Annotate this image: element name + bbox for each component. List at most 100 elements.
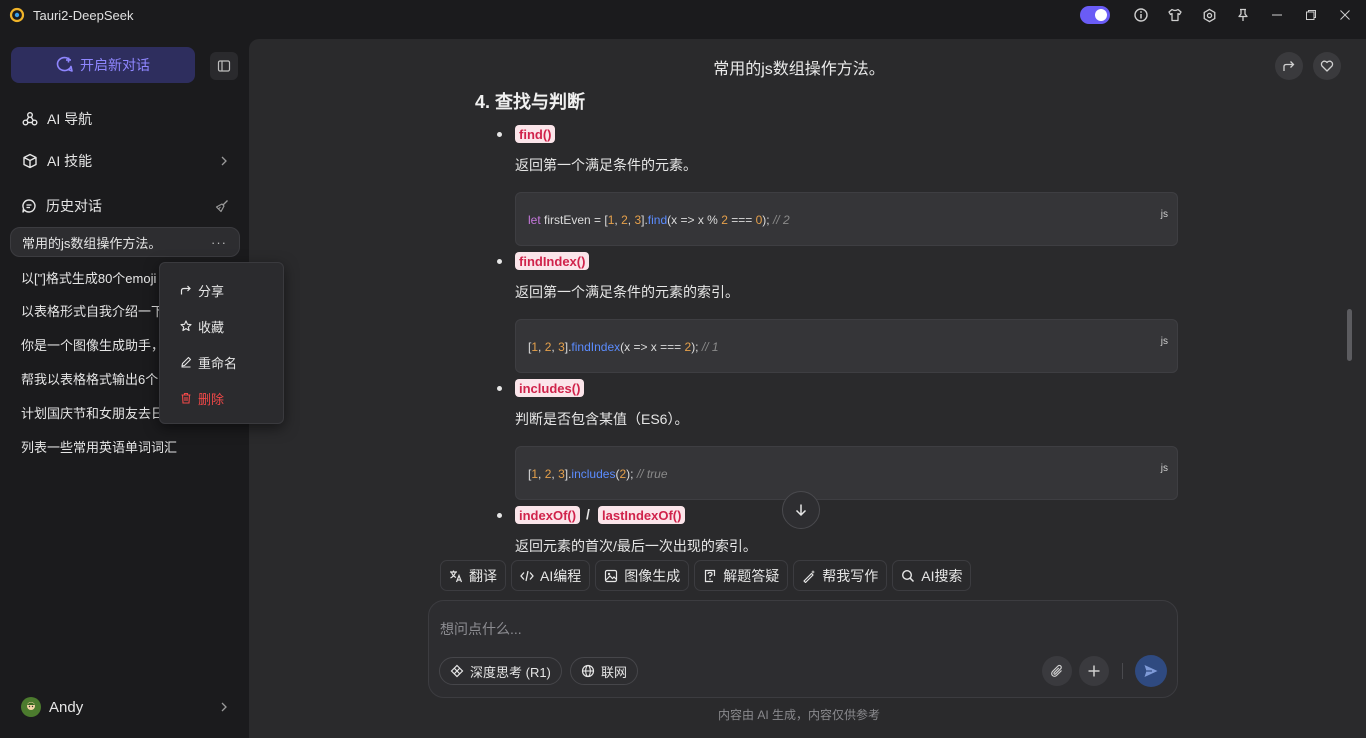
ai-search-tool-button[interactable]: AI搜索 [892,560,972,591]
list-bullet [497,513,502,518]
theme-toggle[interactable] [1080,6,1110,24]
attach-button[interactable] [1042,656,1072,686]
magic-pen-icon [802,569,816,583]
restore-icon[interactable] [1294,0,1328,30]
code-block: [1, 2, 3].includes(2); // true js [515,446,1178,500]
method-tag: findIndex() [515,252,590,270]
collapse-sidebar-button[interactable] [210,52,238,80]
pin-icon[interactable] [1226,0,1260,30]
method-tag: includes() [515,379,585,397]
user-name: Andy [49,698,84,716]
scrollbar[interactable] [1347,309,1352,361]
translate-icon [449,569,463,583]
nodes-icon [22,111,38,127]
message-content: 4. 查找与判断 find() 返回第一个满足条件的元素。 let firstE… [249,84,1366,552]
code-line: [1, 2, 3].findIndex(x => x === 2); // 1 [528,340,719,354]
add-button[interactable] [1079,656,1109,686]
web-label: 联网 [601,664,628,680]
new-chat-button[interactable]: 开启新对话 [11,47,195,83]
disclaimer: 内容由 AI 生成，内容仅供参考 [717,708,880,722]
app-logo-icon [9,7,25,23]
send-icon [1144,665,1158,677]
list-bullet [497,386,502,391]
code-lang-label: js [1160,463,1168,474]
sidebar-toggle-icon [217,60,231,72]
more-icon[interactable]: ··· [211,235,227,250]
code-lang-label: js [1160,209,1168,220]
method-separator: / [586,506,590,522]
tool-label: 翻译 [469,567,497,584]
code-line: let firstEven = [1, 2, 3].find(x => x % … [528,213,790,227]
list-bullet [497,259,502,264]
deep-think-toggle[interactable]: 深度思考 (R1) [439,657,562,685]
history-item-label: 你是一个图像生成助手， [21,337,165,353]
close-icon[interactable] [1328,0,1362,30]
favorite-menu-item[interactable]: 收藏 [180,316,224,336]
search-icon [901,569,915,583]
method-description: 返回第一个满足条件的元素的索引。 [515,284,739,300]
trash-icon [180,392,192,404]
share-icon [180,284,192,296]
nav-ai-navigation[interactable]: AI 导航 [11,102,239,136]
writing-tool-button[interactable]: 帮我写作 [793,560,888,591]
title-bar: Tauri2-DeepSeek [0,0,1366,30]
history-context-menu: 分享 收藏 重命名 删除 [159,262,284,424]
nav-label: AI 技能 [47,153,93,169]
chat-title: 常用的js数组操作方法。 [713,61,885,78]
menu-label: 删除 [198,391,225,407]
star-icon [180,320,192,332]
chat-input[interactable]: 想问点什么... [440,619,522,639]
scroll-to-bottom-button[interactable] [782,491,820,529]
history-header: 历史对话 [11,190,239,222]
problem-solving-tool-button[interactable]: 解题答疑 [694,560,789,591]
broom-icon[interactable] [215,199,229,213]
code-line: [1, 2, 3].includes(2); // true [528,467,668,481]
user-profile[interactable]: Andy [11,690,239,724]
delete-menu-item[interactable]: 删除 [180,388,224,408]
menu-label: 重命名 [198,355,238,371]
share-menu-item[interactable]: 分享 [180,280,224,300]
new-chat-label: 开启新对话 [80,57,150,73]
tool-label: 图像生成 [624,567,681,584]
info-icon[interactable] [1124,0,1158,30]
history-item-label: 帮我以表格格式输出6个 [21,371,159,387]
history-item-label: 常用的js数组操作方法。 [22,235,162,251]
image-gen-tool-button[interactable]: 图像生成 [595,560,690,591]
chevron-right-icon [219,156,229,166]
history-item[interactable]: 列表一些常用英语单词词汇 [10,431,240,461]
send-button[interactable] [1135,655,1167,687]
cube-icon [22,153,38,169]
ai-coding-tool-button[interactable]: AI编程 [511,560,591,591]
menu-label: 分享 [198,283,225,299]
chat-bubble-icon [21,198,37,214]
heart-icon[interactable] [1313,52,1341,80]
deep-think-icon [450,664,464,678]
code-block: let firstEven = [1, 2, 3].find(x => x % … [515,192,1178,246]
tool-bar: 翻译 AI编程 图像生成 解题答疑 帮我写作 AI搜索 [440,560,972,592]
history-item-label: 计划国庆节和女朋友去日 [21,405,165,421]
share-icon[interactable] [1275,52,1303,80]
menu-label: 收藏 [198,319,225,335]
history-item-label: 以["]格式生成80个emoji [21,270,157,286]
method-tag: find() [515,125,556,143]
method-description: 判断是否包含某值（ES6）。 [515,411,689,427]
rename-menu-item[interactable]: 重命名 [180,352,237,372]
translate-tool-button[interactable]: 翻译 [440,560,506,591]
shirt-icon[interactable] [1158,0,1192,30]
question-doc-icon [703,569,717,583]
chevron-right-icon [219,702,229,712]
chat-input-box: 想问点什么... 深度思考 (R1) 联网 [428,600,1178,698]
history-item-label: 以表格形式自我介绍一下 [21,303,165,319]
minimize-icon[interactable] [1260,0,1294,30]
tool-label: 解题答疑 [723,567,780,584]
method-tag: lastIndexOf() [598,506,686,524]
history-item-label: 列表一些常用英语单词词汇 [21,439,178,455]
history-item[interactable]: 常用的js数组操作方法。 ··· [10,227,240,257]
web-search-toggle[interactable]: 联网 [570,657,639,685]
method-tag: indexOf() [515,506,581,524]
settings-icon[interactable] [1192,0,1226,30]
nav-ai-skills[interactable]: AI 技能 [11,144,239,178]
paperclip-icon [1051,664,1062,677]
new-chat-icon [56,56,74,74]
deep-think-label: 深度思考 (R1) [470,664,551,680]
